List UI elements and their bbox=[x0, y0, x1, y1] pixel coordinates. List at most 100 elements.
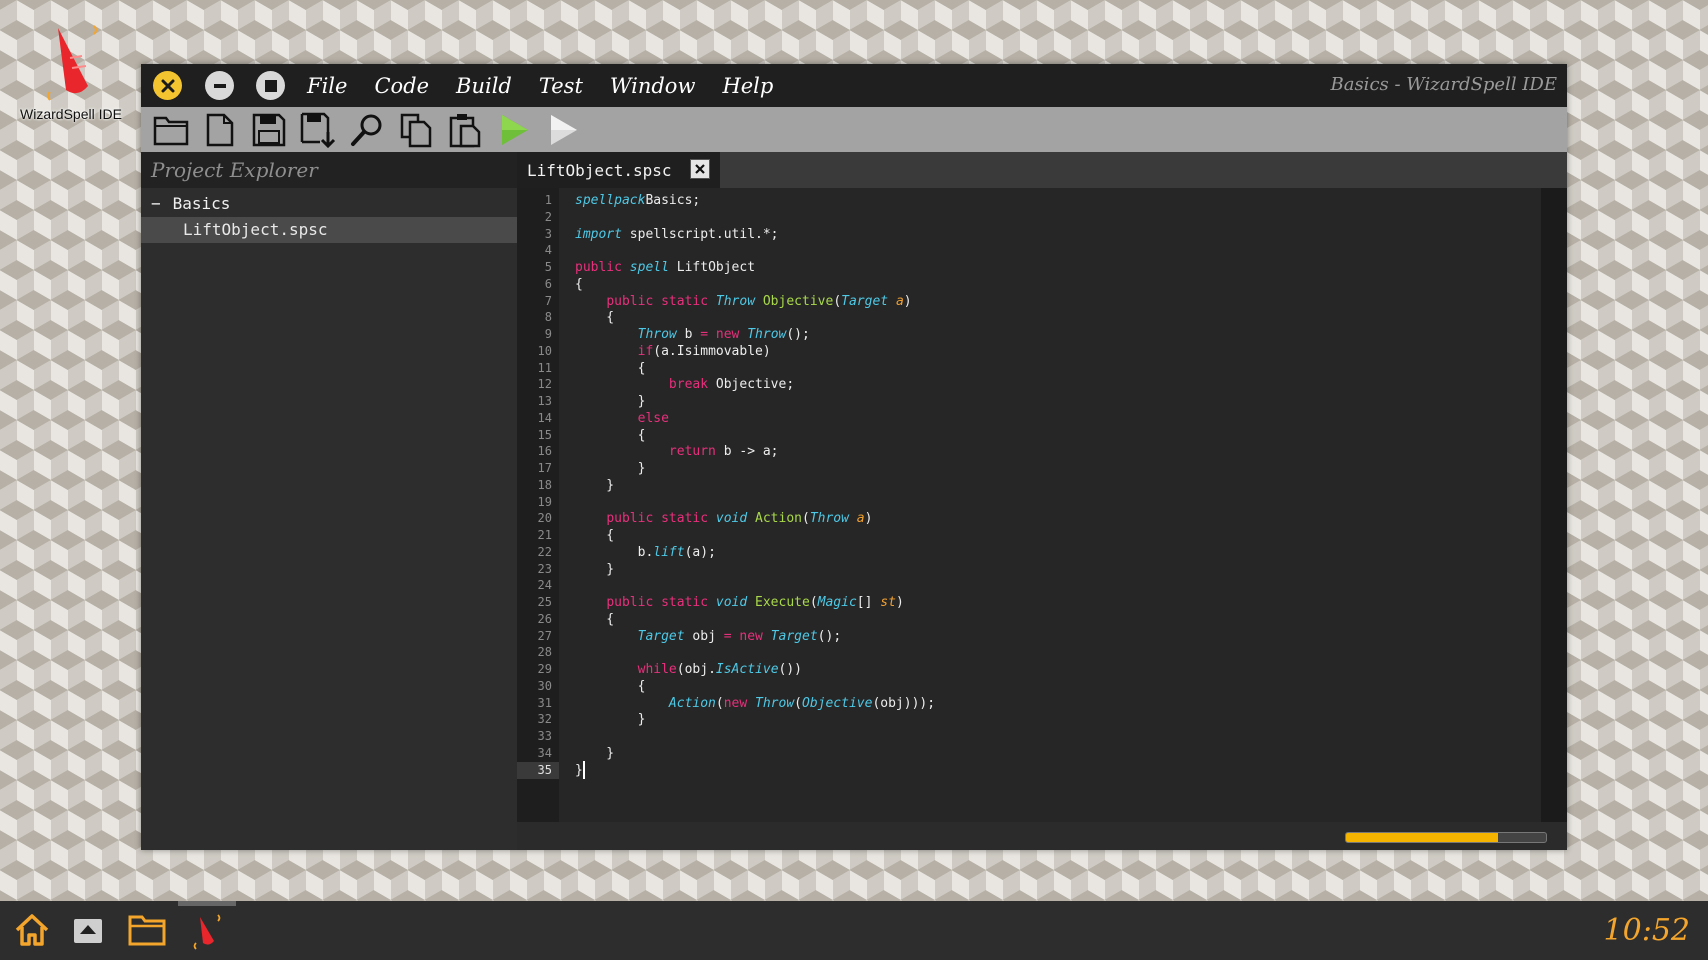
project-explorer: Project Explorer − Basics LiftObject.spsc bbox=[141, 152, 517, 850]
tab-liftobject[interactable]: LiftObject.spsc bbox=[517, 152, 720, 188]
code-text-area[interactable]: 1 2 3 4 5 6 7 8 9 10 11 12 13 14 15 16 17 18 19 20 21 22 23 24 2… bbox=[517, 188, 1541, 822]
title-bar: File Code Build Test Window Help Basics … bbox=[141, 64, 1567, 107]
line-number: 7 bbox=[544, 293, 552, 308]
code-line: break Objective; bbox=[575, 376, 794, 393]
wizard-hat-icon bbox=[47, 25, 97, 101]
line-number: 8 bbox=[544, 310, 552, 325]
line-number: 27 bbox=[537, 628, 552, 643]
code-token: = bbox=[723, 628, 732, 644]
collapse-toggle[interactable]: − bbox=[151, 194, 161, 213]
code-line: import spellscript.util.*; bbox=[575, 226, 779, 243]
minimize-window-button[interactable] bbox=[205, 71, 234, 100]
run-icon bbox=[502, 114, 528, 145]
taskbar: 10:52 bbox=[0, 901, 1708, 960]
code-token: b. bbox=[575, 544, 654, 560]
code-line: public static void Action(Throw a) bbox=[575, 510, 872, 527]
menu-code[interactable]: Code bbox=[374, 74, 429, 98]
code-token: ( bbox=[802, 511, 810, 527]
line-number: 21 bbox=[537, 528, 552, 542]
code-token: ) bbox=[903, 293, 912, 309]
line-number: 17 bbox=[537, 461, 552, 475]
code-token: st bbox=[880, 595, 896, 610]
code-token: ( bbox=[794, 695, 802, 711]
code-line: else bbox=[575, 410, 669, 427]
code-token: { bbox=[575, 528, 615, 543]
code-token: (a.Isimmovable) bbox=[653, 343, 771, 359]
code-token: { bbox=[575, 678, 646, 694]
save-button[interactable] bbox=[251, 112, 287, 148]
menu-file[interactable]: File bbox=[307, 74, 347, 98]
menu-help[interactable]: Help bbox=[722, 74, 773, 98]
code-line: { bbox=[575, 527, 614, 544]
code-token: (obj))); bbox=[872, 695, 936, 711]
line-number: 25 bbox=[537, 595, 552, 609]
copy-button[interactable] bbox=[398, 112, 434, 148]
build-progress-bar bbox=[1345, 832, 1547, 843]
code-line: Action(new Throw(Objective(obj))); bbox=[575, 695, 935, 712]
code-token: ( bbox=[809, 595, 818, 610]
code-token: else bbox=[637, 410, 669, 426]
run-alt-button[interactable] bbox=[545, 112, 581, 148]
tab-close-button[interactable] bbox=[690, 159, 710, 179]
code-line: if(a.Isimmovable) bbox=[575, 343, 771, 360]
paste-button[interactable] bbox=[447, 112, 483, 148]
open-folder-icon bbox=[153, 116, 189, 145]
code-line: return b -> a; bbox=[575, 443, 779, 460]
code-token: } bbox=[575, 762, 583, 778]
line-number: 5 bbox=[544, 260, 552, 274]
line-number: 33 bbox=[537, 729, 552, 743]
vertical-scrollbar[interactable] bbox=[1541, 188, 1567, 822]
search-button[interactable] bbox=[349, 112, 385, 148]
run-button[interactable] bbox=[496, 112, 532, 148]
code-line: { bbox=[575, 276, 583, 293]
close-window-button[interactable] bbox=[153, 71, 182, 100]
code-token: Objective bbox=[802, 695, 873, 711]
run-alt-icon bbox=[551, 114, 577, 145]
code-token: Target bbox=[841, 293, 889, 309]
taskbar-home-button[interactable] bbox=[14, 913, 50, 951]
code-line: Target obj = new Target(); bbox=[575, 628, 842, 645]
copy-icon bbox=[400, 113, 432, 147]
code-editor: LiftObject.spsc 1 2 3 4 5 6 7 8 9 10 11 12 13 14 15 16 1… bbox=[517, 152, 1567, 850]
code-token: break bbox=[668, 377, 709, 393]
line-number: 24 bbox=[537, 578, 552, 593]
maximize-window-button[interactable] bbox=[256, 71, 285, 100]
code-line: } bbox=[575, 762, 583, 779]
menu-build[interactable]: Build bbox=[456, 74, 512, 98]
code-token: b -> a; bbox=[715, 444, 779, 460]
line-number: 11 bbox=[537, 360, 552, 375]
code-token: (); bbox=[817, 628, 842, 644]
save-icon bbox=[252, 113, 286, 146]
code-token: } bbox=[575, 712, 646, 728]
code-token: public static bbox=[606, 511, 709, 527]
open-folder-button[interactable] bbox=[153, 112, 189, 148]
tree-folder-basics[interactable]: − Basics bbox=[141, 188, 517, 214]
line-number: 9 bbox=[544, 327, 552, 341]
code-token: Basics; bbox=[645, 193, 701, 208]
line-number: 34 bbox=[537, 745, 552, 760]
paste-icon bbox=[449, 113, 481, 147]
line-number: 6 bbox=[544, 276, 552, 291]
code-token: if bbox=[637, 343, 654, 359]
menu-test[interactable]: Test bbox=[539, 74, 583, 98]
taskbar-wizardspell-button[interactable] bbox=[190, 911, 224, 955]
code-line: spellpackBasics; bbox=[575, 192, 700, 209]
line-number: 22 bbox=[537, 544, 552, 559]
save-as-button[interactable] bbox=[300, 112, 336, 148]
taskbar-folder-button[interactable] bbox=[127, 913, 167, 951]
new-file-button[interactable] bbox=[202, 112, 238, 148]
code-token: } bbox=[575, 394, 646, 409]
taskbar-eject-button[interactable] bbox=[74, 919, 102, 947]
line-number: 23 bbox=[537, 561, 552, 576]
desktop-icon-wizardspell[interactable]: WizardSpell IDE bbox=[14, 22, 128, 122]
menu-window[interactable]: Window bbox=[610, 74, 696, 98]
tree-file-liftobject[interactable]: LiftObject.spsc bbox=[141, 217, 517, 243]
line-number-gutter: 1 2 3 4 5 6 7 8 9 10 11 12 13 14 15 16 17 18 19 20 21 22 23 24 2… bbox=[517, 188, 559, 822]
window-title: Basics - WizardSpell IDE bbox=[1330, 74, 1557, 95]
